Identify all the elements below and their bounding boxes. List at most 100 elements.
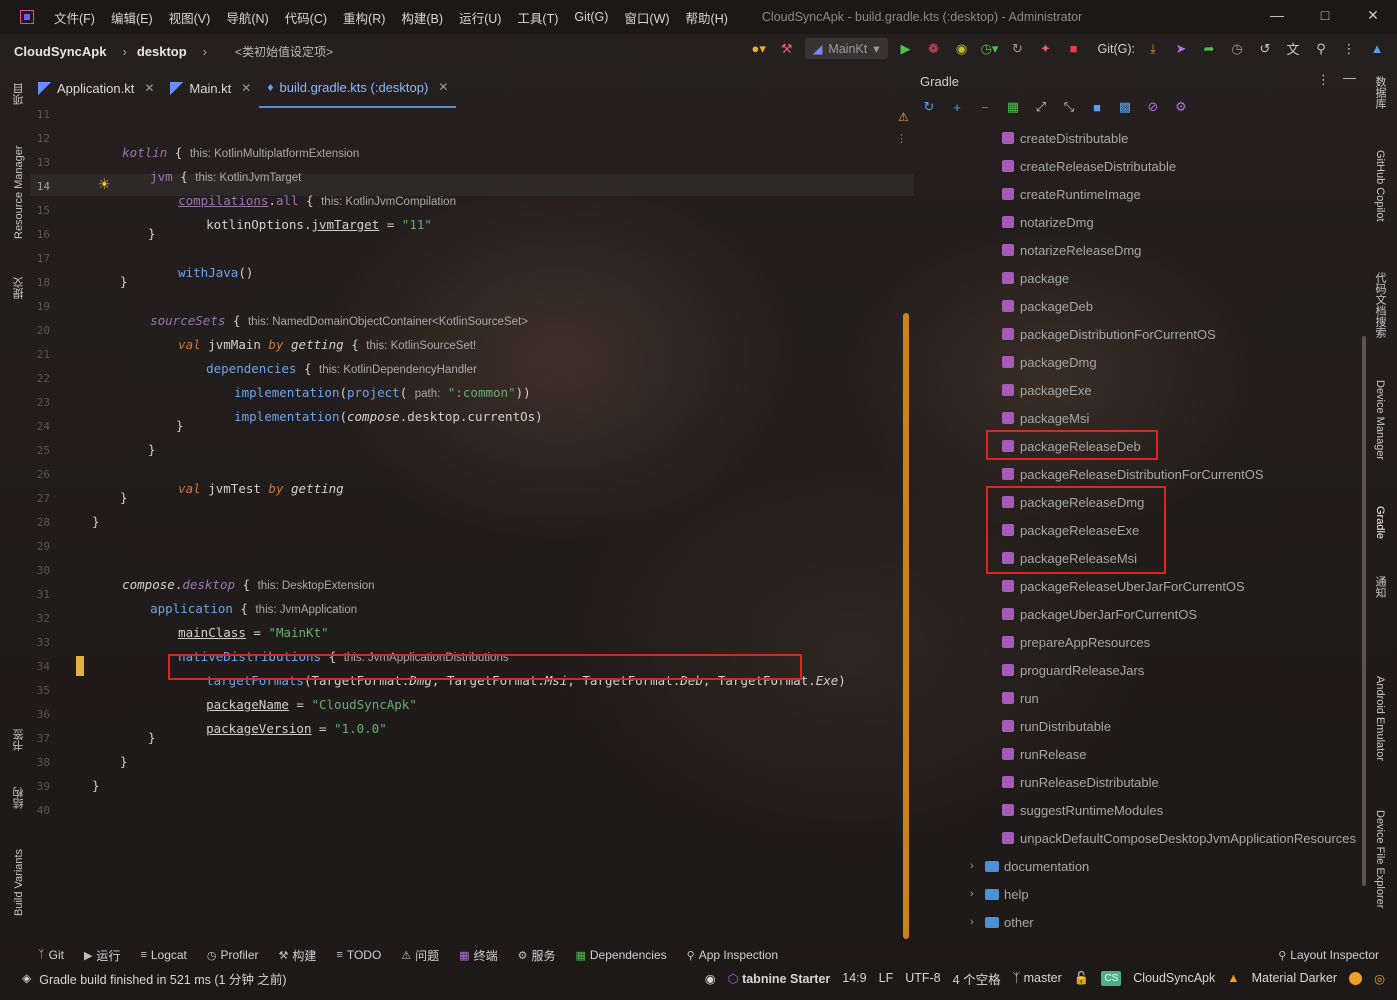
coverage-icon[interactable]: ◉ — [952, 39, 972, 59]
gradle-task-item[interactable]: notarizeReleaseDmg — [1002, 236, 1141, 264]
more-icon[interactable]: ⋮ — [1339, 39, 1359, 59]
close-icon[interactable]: ✕ — [144, 81, 154, 95]
menu-file[interactable]: 文件(F) — [54, 8, 95, 27]
commit-tool-tab[interactable]: 提交 — [8, 266, 30, 310]
problems-tool-button[interactable]: ⚠ 问题 — [401, 947, 439, 964]
git-push-icon[interactable]: ➦ — [1199, 39, 1219, 59]
run-config-selector[interactable]: ◢ MainKt ▾ — [804, 38, 888, 59]
more-icon[interactable]: ⋮ — [896, 132, 907, 145]
terminal-tool-button[interactable]: ▦ 终端 — [459, 947, 497, 964]
gradle-task-item[interactable]: run — [1002, 684, 1039, 712]
close-icon[interactable]: ✕ — [241, 81, 251, 95]
chrome-icon[interactable]: ◎ — [1374, 971, 1385, 986]
database-tool-tab[interactable]: 数据库 — [1370, 76, 1390, 132]
gradle-task-item[interactable]: runDistributable — [1002, 712, 1111, 740]
analyze-icon[interactable]: ▩ — [1116, 98, 1134, 116]
breadcrumb-project[interactable]: CloudSyncApk — [14, 44, 106, 59]
gradle-task-item[interactable]: runRelease — [1002, 740, 1087, 768]
gradle-task-item[interactable]: runReleaseDistributable — [1002, 768, 1159, 796]
lock-icon[interactable]: 🔓 — [1074, 971, 1090, 986]
warning-icon[interactable]: ⚠ — [898, 110, 909, 124]
remove-icon[interactable]: − — [976, 98, 994, 116]
structure-tool-tab[interactable]: 结构 — [8, 774, 30, 822]
gradle-task-item[interactable]: packageDeb — [1002, 292, 1093, 320]
menu-view[interactable]: 视图(V) — [169, 8, 211, 27]
debug-icon[interactable]: ❁ — [924, 39, 944, 59]
hide-icon[interactable]: — — [1343, 70, 1356, 85]
breadcrumb-module[interactable]: desktop — [137, 44, 187, 59]
folder-icon[interactable]: ■ — [1088, 98, 1106, 116]
project-name[interactable]: CloudSyncApk — [1133, 971, 1215, 985]
editor-scrollbar[interactable] — [903, 313, 909, 939]
gradle-task-item[interactable]: packageDistributionForCurrentOS — [1002, 320, 1216, 348]
search-icon[interactable]: ⚲ — [1311, 39, 1331, 59]
git-tool-button[interactable]: ᛉ Git — [38, 948, 64, 962]
attach-debugger-icon[interactable]: ✦ — [1036, 39, 1056, 59]
tabnine-status[interactable]: ⬡ tabnine Starter — [728, 971, 831, 986]
menu-git[interactable]: Git(G) — [574, 10, 608, 24]
gradle-group-item[interactable]: › documentation — [970, 852, 1089, 880]
more-icon[interactable]: ⋮ — [1317, 72, 1330, 88]
collapse-all-icon[interactable]: ⤡ — [1060, 98, 1078, 116]
close-window-icon[interactable]: ✕ — [1349, 0, 1397, 30]
git-commit-icon[interactable]: ➤ — [1171, 39, 1191, 59]
theme-name[interactable]: Material Darker — [1252, 971, 1337, 985]
menu-help[interactable]: 帮助(H) — [686, 8, 728, 27]
translate-icon[interactable]: 文 — [1283, 39, 1303, 59]
gradle-task-item[interactable]: packageExe — [1002, 376, 1092, 404]
menu-window[interactable]: 窗口(W) — [624, 8, 669, 27]
tab-main-kt[interactable]: Main.kt ✕ — [162, 68, 259, 108]
reload-icon[interactable]: ↻ — [920, 98, 938, 116]
menu-tools[interactable]: 工具(T) — [517, 8, 558, 27]
settings-gear-icon[interactable]: ⚙ — [1172, 98, 1190, 116]
bookmarks-tool-tab[interactable]: 书签 — [8, 716, 30, 764]
run-icon[interactable]: ▶ — [896, 39, 916, 59]
copilot-status-icon[interactable]: ◉ — [705, 971, 716, 986]
close-icon[interactable]: ✕ — [438, 80, 448, 94]
services-tool-button[interactable]: ⚙ 服务 — [518, 947, 556, 964]
device-file-explorer-tool-tab[interactable]: Device File Explorer — [1370, 810, 1390, 936]
gradle-group-item[interactable]: › help — [970, 880, 1029, 908]
menu-code[interactable]: 代码(C) — [285, 8, 327, 27]
gradle-task-item[interactable]: packageUberJarForCurrentOS — [1002, 600, 1197, 628]
gradle-scrollbar[interactable] — [1362, 336, 1366, 886]
profiler-tool-button[interactable]: ◷ Profiler — [207, 948, 259, 962]
theme-accent-icon[interactable] — [1349, 971, 1363, 985]
breadcrumb-member[interactable]: <类初始值设定项> — [235, 43, 333, 60]
caret-position[interactable]: 14:9 — [842, 971, 866, 985]
layout-inspector-tool-button[interactable]: ⚲ Layout Inspector — [1278, 948, 1379, 962]
file-encoding[interactable]: UTF-8 — [905, 971, 940, 985]
gradle-task-item[interactable]: prepareAppResources — [1002, 628, 1150, 656]
code-search-tool-tab[interactable]: 代码文档搜索 — [1370, 272, 1390, 372]
git-branch-widget[interactable]: ᛉ master — [1013, 971, 1062, 985]
gradle-tool-tab[interactable]: Gradle — [1370, 506, 1390, 562]
minimize-icon[interactable]: — — [1253, 0, 1301, 30]
menu-run[interactable]: 运行(U) — [459, 8, 501, 27]
expand-all-icon[interactable]: ⤢ — [1032, 98, 1050, 116]
gradle-task-item[interactable]: packageMsi — [1002, 404, 1089, 432]
menu-refactor[interactable]: 重构(R) — [343, 8, 385, 27]
gradle-task-item[interactable]: packageDmg — [1002, 348, 1097, 376]
build-variants-tab[interactable]: Build Variants — [8, 834, 30, 930]
profile-icon[interactable]: ◷▾ — [980, 39, 1000, 59]
tab-application-kt[interactable]: Application.kt ✕ — [30, 68, 162, 108]
git-update-icon[interactable]: ⤓ — [1143, 39, 1163, 59]
gradle-task-item[interactable]: package — [1002, 264, 1069, 292]
maximize-icon[interactable]: □ — [1301, 0, 1349, 30]
execute-task-icon[interactable]: ▦ — [1004, 98, 1022, 116]
users-icon[interactable]: ●▾ — [749, 39, 769, 59]
stop-icon[interactable]: ■ — [1064, 39, 1084, 59]
history-icon[interactable]: ◷ — [1227, 39, 1247, 59]
logcat-tool-button[interactable]: ≡ Logcat — [140, 948, 186, 962]
run-tool-button[interactable]: ▶ 运行 — [84, 947, 120, 964]
gradle-task-item[interactable]: packageReleaseDistributionForCurrentOS — [1002, 460, 1264, 488]
code-editor[interactable]: 11 12 13 14 15 16 17 18 19 20 21 22 23 2… — [30, 108, 914, 942]
gradle-task-item[interactable]: unpackDefaultComposeDesktopJvmApplicatio… — [1002, 824, 1356, 852]
line-separator[interactable]: LF — [879, 971, 894, 985]
dependencies-tool-button[interactable]: ▦ Dependencies — [575, 948, 666, 962]
resource-manager-tab[interactable]: Resource Manager — [8, 132, 30, 252]
offline-mode-icon[interactable]: ⊘ — [1144, 98, 1162, 116]
menu-navigate[interactable]: 导航(N) — [226, 8, 268, 27]
gradle-task-item[interactable]: packageReleaseUberJarForCurrentOS — [1002, 572, 1245, 600]
notifications-tool-tab[interactable]: 通知 — [1370, 576, 1390, 616]
